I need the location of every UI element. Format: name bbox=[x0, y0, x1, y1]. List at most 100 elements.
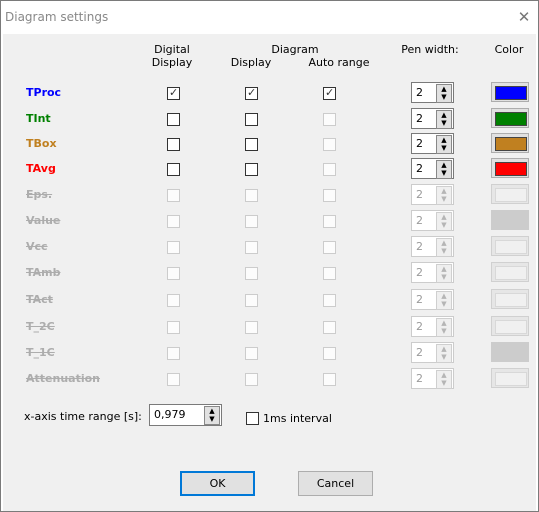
pen-width-spinner-tbox[interactable]: 2 ▲ ▼ bbox=[411, 133, 454, 154]
color-button-value[interactable] bbox=[491, 210, 529, 230]
pen-width-spin-buttons: ▲ ▼ bbox=[436, 212, 452, 231]
diagram-display-checkbox-vcc[interactable] bbox=[245, 241, 258, 254]
color-button-tbox[interactable] bbox=[491, 133, 529, 153]
diagram-display-checkbox-tamb[interactable] bbox=[245, 267, 258, 280]
color-button-tproc[interactable] bbox=[491, 82, 529, 102]
diagram-settings-dialog: Diagram settings ✕ Digital Display Diagr… bbox=[0, 0, 539, 512]
diagram-display-checkbox-tint[interactable] bbox=[245, 113, 258, 126]
auto-range-checkbox-tproc[interactable]: ✓ bbox=[323, 86, 336, 100]
diagram-display-checkbox-t-1c[interactable] bbox=[245, 347, 258, 360]
color-button-t-1c[interactable] bbox=[491, 342, 529, 362]
auto-range-checkbox-eps-[interactable] bbox=[323, 189, 336, 202]
color-swatch bbox=[495, 188, 527, 202]
spin-down-icon[interactable]: ▼ bbox=[437, 300, 451, 308]
pen-width-spinner-attenuation[interactable]: 2 ▲ ▼ bbox=[411, 368, 454, 389]
spin-up-icon[interactable]: ▲ bbox=[437, 85, 451, 93]
auto-range-checkbox-t-2c[interactable] bbox=[323, 321, 336, 334]
spin-up-icon[interactable]: ▲ bbox=[437, 161, 451, 169]
spin-up-icon[interactable]: ▲ bbox=[437, 136, 451, 144]
spin-up-icon[interactable]: ▲ bbox=[437, 111, 451, 119]
diagram-display-checkbox-t-2c[interactable] bbox=[245, 321, 258, 334]
auto-range-checkbox-t-1c[interactable] bbox=[323, 347, 336, 360]
spin-down-icon[interactable]: ▼ bbox=[437, 93, 451, 101]
diagram-display-checkbox-attenuation[interactable] bbox=[245, 373, 258, 386]
color-button-tact[interactable] bbox=[491, 289, 529, 309]
pen-width-spinner-tact[interactable]: 2 ▲ ▼ bbox=[411, 289, 454, 310]
interval-checkbox[interactable] bbox=[246, 412, 259, 425]
digital-display-checkbox-t-1c[interactable] bbox=[167, 347, 180, 360]
spin-up-icon[interactable]: ▲ bbox=[437, 292, 451, 300]
diagram-display-checkbox-tbox[interactable] bbox=[245, 138, 258, 151]
pen-width-spinner-vcc[interactable]: 2 ▲ ▼ bbox=[411, 236, 454, 257]
digital-display-checkbox-t-2c[interactable] bbox=[167, 321, 180, 334]
spin-up-icon[interactable]: ▲ bbox=[437, 265, 451, 273]
ok-button[interactable]: OK bbox=[180, 471, 255, 496]
window-title: Diagram settings bbox=[5, 10, 109, 24]
pen-width-spinner-tamb[interactable]: 2 ▲ ▼ bbox=[411, 262, 454, 283]
header-pen-width: Pen width: bbox=[401, 43, 459, 56]
color-button-tavg[interactable] bbox=[491, 158, 529, 178]
pen-width-spinner-t-2c[interactable]: 2 ▲ ▼ bbox=[411, 316, 454, 337]
row-label-tproc: TProc bbox=[26, 86, 62, 99]
time-range-input[interactable]: 0,979 ▲ ▼ bbox=[149, 404, 222, 426]
diagram-display-checkbox-eps-[interactable] bbox=[245, 189, 258, 202]
digital-display-checkbox-tbox[interactable] bbox=[167, 138, 180, 151]
color-button-vcc[interactable] bbox=[491, 236, 529, 256]
spin-down-icon[interactable]: ▼ bbox=[437, 169, 451, 177]
pen-width-spinner-value[interactable]: 2 ▲ ▼ bbox=[411, 210, 454, 231]
row-label-tbox: TBox bbox=[26, 137, 57, 150]
digital-display-checkbox-tamb[interactable] bbox=[167, 267, 180, 280]
spin-down-icon[interactable]: ▼ bbox=[437, 247, 451, 255]
pen-width-spinner-tproc[interactable]: 2 ▲ ▼ bbox=[411, 82, 454, 103]
spin-down-icon[interactable]: ▼ bbox=[437, 221, 451, 229]
diagram-display-checkbox-tproc[interactable]: ✓ bbox=[245, 86, 258, 100]
spin-up-icon[interactable]: ▲ bbox=[437, 213, 451, 221]
digital-display-checkbox-tavg[interactable] bbox=[167, 163, 180, 176]
color-button-attenuation[interactable] bbox=[491, 368, 529, 388]
color-button-tamb[interactable] bbox=[491, 262, 529, 282]
color-button-tint[interactable] bbox=[491, 108, 529, 128]
spin-up-icon[interactable]: ▲ bbox=[437, 239, 451, 247]
diagram-display-checkbox-value[interactable] bbox=[245, 215, 258, 228]
auto-range-checkbox-attenuation[interactable] bbox=[323, 373, 336, 386]
pen-width-spinner-t-1c[interactable]: 2 ▲ ▼ bbox=[411, 342, 454, 363]
spin-down-icon[interactable]: ▼ bbox=[437, 353, 451, 361]
color-button-t-2c[interactable] bbox=[491, 316, 529, 336]
pen-width-spinner-tint[interactable]: 2 ▲ ▼ bbox=[411, 108, 454, 129]
auto-range-checkbox-tbox[interactable] bbox=[323, 138, 336, 151]
pen-width-value: 2 bbox=[416, 372, 423, 385]
digital-display-checkbox-eps-[interactable] bbox=[167, 189, 180, 202]
digital-display-checkbox-vcc[interactable] bbox=[167, 241, 180, 254]
spin-up-icon[interactable]: ▲ bbox=[437, 319, 451, 327]
auto-range-checkbox-tint[interactable] bbox=[323, 113, 336, 126]
spin-down-icon[interactable]: ▼ bbox=[437, 327, 451, 335]
digital-display-checkbox-tproc[interactable]: ✓ bbox=[167, 86, 180, 100]
spin-down-icon[interactable]: ▼ bbox=[205, 415, 219, 423]
spin-down-icon[interactable]: ▼ bbox=[437, 119, 451, 127]
digital-display-checkbox-tint[interactable] bbox=[167, 113, 180, 126]
auto-range-checkbox-tamb[interactable] bbox=[323, 267, 336, 280]
cancel-button[interactable]: Cancel bbox=[298, 471, 373, 496]
digital-display-checkbox-value[interactable] bbox=[167, 215, 180, 228]
color-button-eps-[interactable] bbox=[491, 184, 529, 204]
spin-up-icon[interactable]: ▲ bbox=[437, 371, 451, 379]
spin-up-icon[interactable]: ▲ bbox=[205, 407, 219, 415]
auto-range-checkbox-value[interactable] bbox=[323, 215, 336, 228]
spin-down-icon[interactable]: ▼ bbox=[437, 273, 451, 281]
auto-range-checkbox-tavg[interactable] bbox=[323, 163, 336, 176]
spin-down-icon[interactable]: ▼ bbox=[437, 379, 451, 387]
auto-range-checkbox-vcc[interactable] bbox=[323, 241, 336, 254]
title-bar: Diagram settings ✕ bbox=[1, 1, 538, 34]
spin-up-icon[interactable]: ▲ bbox=[437, 345, 451, 353]
spin-down-icon[interactable]: ▼ bbox=[437, 144, 451, 152]
digital-display-checkbox-attenuation[interactable] bbox=[167, 373, 180, 386]
diagram-display-checkbox-tact[interactable] bbox=[245, 294, 258, 307]
auto-range-checkbox-tact[interactable] bbox=[323, 294, 336, 307]
pen-width-spinner-eps-[interactable]: 2 ▲ ▼ bbox=[411, 184, 454, 205]
spin-down-icon[interactable]: ▼ bbox=[437, 195, 451, 203]
close-icon[interactable]: ✕ bbox=[516, 9, 532, 25]
diagram-display-checkbox-tavg[interactable] bbox=[245, 163, 258, 176]
digital-display-checkbox-tact[interactable] bbox=[167, 294, 180, 307]
pen-width-spinner-tavg[interactable]: 2 ▲ ▼ bbox=[411, 158, 454, 179]
spin-up-icon[interactable]: ▲ bbox=[437, 187, 451, 195]
